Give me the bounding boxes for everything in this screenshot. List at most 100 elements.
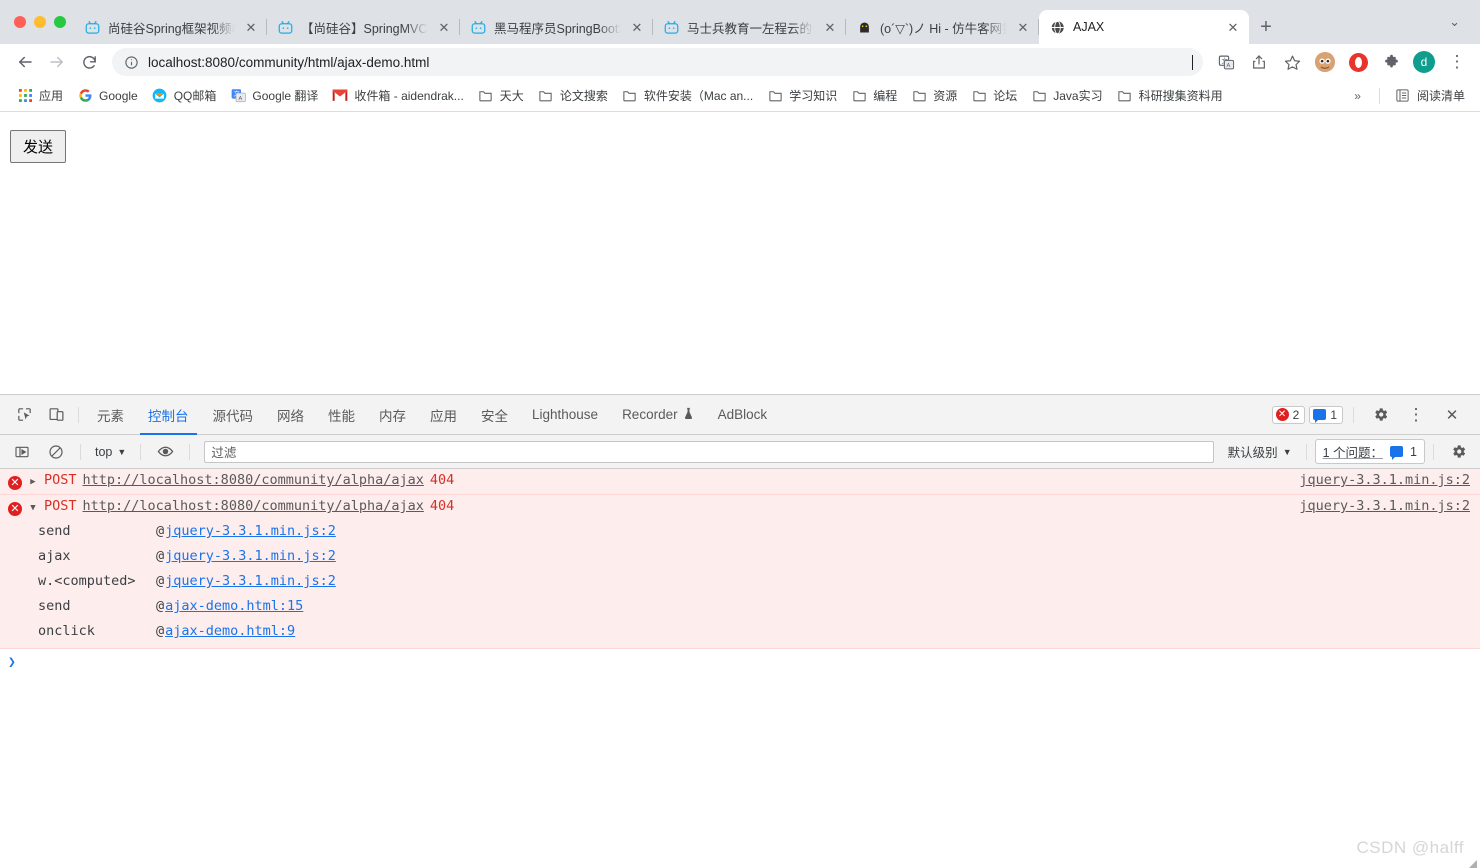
browser-tab-6-active[interactable]: AJAX ✕: [1039, 10, 1249, 44]
source-link[interactable]: jquery-3.3.1.min.js:2: [1299, 472, 1470, 488]
request-url[interactable]: http://localhost:8080/community/alpha/aj…: [83, 498, 424, 514]
window-traffic-lights: [8, 0, 74, 44]
address-bar[interactable]: localhost:8080/community/html/ajax-demo.…: [112, 48, 1203, 76]
bookmark-google[interactable]: Google: [70, 84, 145, 108]
new-tab-button[interactable]: +: [1249, 10, 1283, 44]
error-icon: ✕: [8, 502, 22, 516]
expand-arrow-icon[interactable]: ▶: [28, 477, 38, 487]
bookmark-gmail-inbox[interactable]: 收件箱 - aidendrak...: [325, 83, 470, 108]
tab-adblock[interactable]: AdBlock: [706, 395, 780, 435]
console-error-header-2[interactable]: ✕ ▼ POST http://localhost:8080/community…: [0, 495, 1480, 521]
minimize-window-button[interactable]: [34, 16, 46, 28]
opera-extension-icon[interactable]: [1343, 47, 1373, 77]
console-output[interactable]: ✕ ▶ POST http://localhost:8080/community…: [0, 469, 1480, 868]
browser-menu-button[interactable]: ⋮: [1442, 47, 1472, 77]
tab-elements[interactable]: 元素: [85, 395, 136, 435]
forward-button[interactable]: [42, 47, 72, 77]
share-icon[interactable]: [1244, 47, 1274, 77]
tab-sources[interactable]: 源代码: [201, 395, 266, 435]
stack-frame-link[interactable]: ajax-demo.html:9: [165, 623, 295, 639]
resize-handle[interactable]: [1468, 856, 1478, 868]
clear-console-icon[interactable]: [42, 438, 70, 466]
tab-recorder[interactable]: Recorder: [610, 395, 706, 435]
browser-tab-1[interactable]: 尚硅谷Spring框架视频教程 ✕: [74, 10, 267, 44]
star-icon[interactable]: [1277, 47, 1307, 77]
stack-frame-link[interactable]: jquery-3.3.1.min.js:2: [165, 548, 336, 564]
bookmark-google-translate[interactable]: 文A Google 翻译: [223, 83, 325, 108]
tab-network[interactable]: 网络: [265, 395, 316, 435]
console-settings-gear-icon[interactable]: [1444, 438, 1472, 466]
translate-icon[interactable]: 文A: [1211, 47, 1241, 77]
bookmark-folder-software[interactable]: 软件安装（Mac an...: [615, 83, 760, 108]
bookmark-folder-study[interactable]: 学习知识: [760, 83, 844, 108]
send-button[interactable]: 发送: [10, 130, 67, 163]
divider: [189, 443, 191, 460]
tab-lighthouse[interactable]: Lighthouse: [520, 395, 610, 435]
chevron-down-icon[interactable]: ⌄: [1441, 14, 1468, 30]
browser-tab-4[interactable]: 马士兵教育一左程云的个人 ✕: [653, 10, 846, 44]
reading-list-button[interactable]: 阅读清单: [1388, 83, 1472, 108]
bookmark-folder-tianda[interactable]: 天大: [471, 83, 531, 108]
bookmark-folder-research[interactable]: 科研搜集资料用: [1110, 83, 1230, 108]
tab-close-icon[interactable]: ✕: [822, 19, 838, 35]
log-level-selector[interactable]: 默认级别 ▼: [1222, 442, 1298, 461]
bookmark-folder-forum[interactable]: 论坛: [964, 83, 1024, 108]
inspect-element-icon[interactable]: [10, 401, 38, 429]
source-link[interactable]: jquery-3.3.1.min.js:2: [1299, 498, 1470, 514]
issues-badge[interactable]: 1 个问题： 1: [1314, 439, 1425, 464]
bookmark-apps[interactable]: 应用: [10, 83, 70, 108]
console-error-entry-1[interactable]: ✕ ▶ POST http://localhost:8080/community…: [0, 469, 1480, 495]
account-avatar[interactable]: d: [1409, 47, 1439, 77]
tab-close-icon[interactable]: ✕: [1225, 19, 1241, 35]
device-toolbar-icon[interactable]: [42, 401, 70, 429]
console-sidebar-icon[interactable]: [8, 438, 36, 466]
tab-memory[interactable]: 内存: [367, 395, 418, 435]
tab-label: 性能: [328, 408, 355, 424]
nowcoder-icon: [856, 19, 872, 35]
stack-frame-link[interactable]: jquery-3.3.1.min.js:2: [165, 573, 336, 589]
devtools-more-button[interactable]: ⋮: [1402, 401, 1430, 429]
divider: [1353, 406, 1354, 423]
profile-photo-icon[interactable]: [1310, 47, 1340, 77]
stack-frame-link[interactable]: ajax-demo.html:15: [165, 598, 303, 614]
filter-placeholder: 过滤: [211, 446, 237, 460]
browser-tab-5[interactable]: (o´▽`)ノ Hi - 仿牛客网第三 ✕: [846, 10, 1039, 44]
maximize-window-button[interactable]: [54, 16, 66, 28]
tab-security[interactable]: 安全: [469, 395, 520, 435]
log-level-label: 默认级别: [1227, 446, 1278, 460]
console-prompt[interactable]: ❯: [0, 649, 1480, 676]
browser-tab-2[interactable]: 【尚硅谷】SpringMVC教程 ✕: [267, 10, 460, 44]
info-circle-icon[interactable]: [124, 55, 139, 70]
bookmark-folder-programming[interactable]: 编程: [844, 83, 904, 108]
bookmark-folder-paper-search[interactable]: 论文搜索: [531, 83, 615, 108]
request-url[interactable]: http://localhost:8080/community/alpha/aj…: [83, 472, 424, 488]
console-filter-input[interactable]: 过滤: [204, 440, 1214, 463]
bookmarks-overflow-button[interactable]: »: [1344, 89, 1371, 103]
context-selector[interactable]: top ▼: [89, 445, 132, 459]
close-window-button[interactable]: [14, 16, 26, 28]
tab-close-icon[interactable]: ✕: [243, 19, 259, 35]
warning-count-badge[interactable]: 1: [1309, 405, 1343, 424]
tab-close-icon[interactable]: ✕: [629, 19, 645, 35]
stack-frame-link[interactable]: jquery-3.3.1.min.js:2: [165, 523, 336, 539]
tab-close-icon[interactable]: ✕: [1015, 19, 1031, 35]
bookmark-qq-mail[interactable]: QQ邮箱: [145, 83, 224, 108]
tab-console[interactable]: 控制台: [136, 395, 201, 435]
console-filter-bar: top ▼ 过滤 默认级别 ▼ 1 个问题： 1: [0, 435, 1480, 469]
devtools-close-button[interactable]: ✕: [1438, 401, 1466, 429]
reload-button[interactable]: [74, 47, 104, 77]
extensions-puzzle-icon[interactable]: [1376, 47, 1406, 77]
bookmark-folder-resources[interactable]: 资源: [904, 83, 964, 108]
live-expression-eye-icon[interactable]: [151, 438, 179, 466]
collapse-arrow-icon[interactable]: ▼: [28, 503, 38, 513]
stack-frame-row: w.<computed> @ jquery-3.3.1.min.js:2: [0, 571, 1480, 596]
back-button[interactable]: [10, 47, 40, 77]
error-count-badge[interactable]: ✕ 2: [1271, 405, 1306, 424]
tab-performance[interactable]: 性能: [316, 395, 367, 435]
tab-label: 网络: [277, 408, 304, 424]
tab-close-icon[interactable]: ✕: [436, 19, 452, 35]
browser-tab-3[interactable]: 黑马程序员SpringBoot2全 ✕: [460, 10, 653, 44]
gear-icon[interactable]: [1366, 401, 1394, 429]
bookmark-folder-java-internship[interactable]: Java实习: [1024, 83, 1109, 108]
tab-application[interactable]: 应用: [418, 395, 469, 435]
